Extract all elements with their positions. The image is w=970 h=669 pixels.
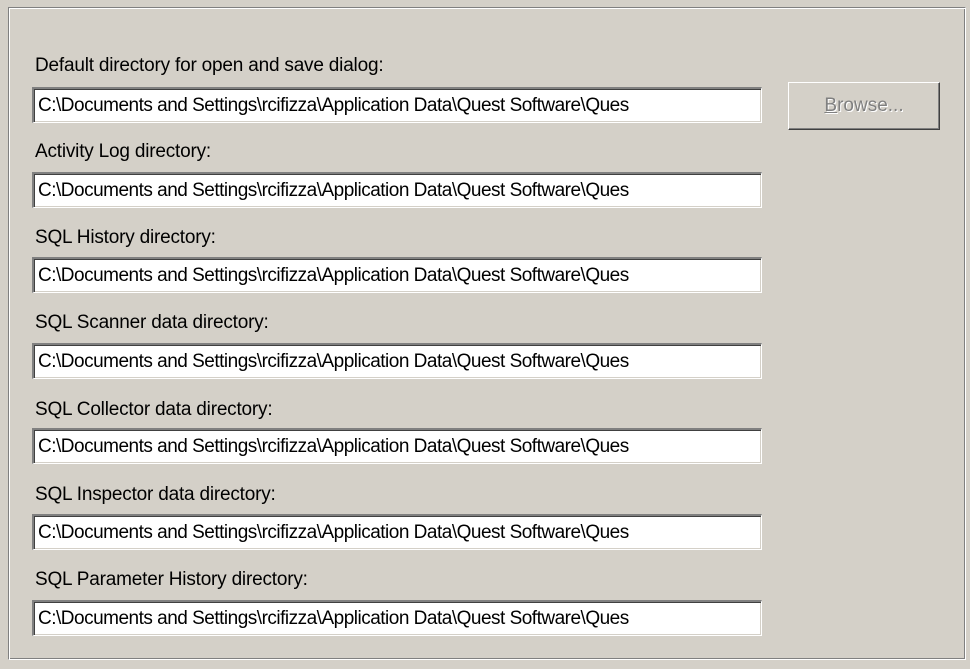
sql-history-directory-input[interactable] bbox=[34, 259, 761, 292]
sql-parameter-history-directory-field[interactable] bbox=[32, 600, 762, 636]
sql-history-directory-label: SQL History directory: bbox=[35, 227, 216, 248]
sql-parameter-history-directory-input[interactable] bbox=[34, 602, 761, 635]
sql-collector-directory-input[interactable] bbox=[34, 430, 761, 463]
activity-log-directory-label: Activity Log directory: bbox=[35, 141, 211, 162]
sql-scanner-directory-label: SQL Scanner data directory: bbox=[35, 312, 269, 333]
sql-scanner-directory-field[interactable] bbox=[32, 343, 762, 379]
sql-inspector-directory-label: SQL Inspector data directory: bbox=[35, 484, 276, 505]
activity-log-directory-field[interactable] bbox=[32, 172, 762, 208]
sql-parameter-history-directory-label: SQL Parameter History directory: bbox=[35, 569, 308, 590]
activity-log-directory-input[interactable] bbox=[34, 174, 761, 207]
default-directory-field[interactable] bbox=[32, 87, 762, 123]
sql-collector-directory-field[interactable] bbox=[32, 428, 762, 464]
sql-inspector-directory-input[interactable] bbox=[34, 516, 761, 549]
sql-inspector-directory-field[interactable] bbox=[32, 514, 762, 550]
sql-collector-directory-label: SQL Collector data directory: bbox=[35, 399, 273, 420]
sql-scanner-directory-input[interactable] bbox=[34, 345, 761, 378]
sql-history-directory-field[interactable] bbox=[32, 257, 762, 293]
browse-button-label: Browse... bbox=[824, 95, 904, 116]
default-directory-input[interactable] bbox=[34, 89, 761, 122]
default-directory-label: Default directory for open and save dial… bbox=[35, 55, 384, 76]
browse-button[interactable]: Browse... bbox=[788, 82, 940, 130]
